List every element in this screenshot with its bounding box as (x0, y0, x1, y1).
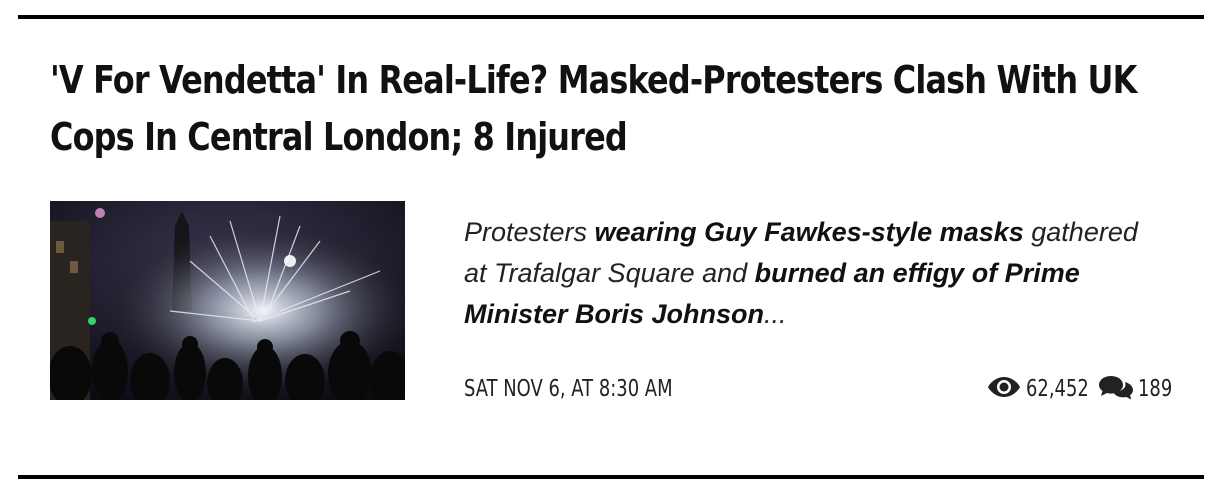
article-teaser: Protesters wearing Guy Fawkes-style mask… (464, 212, 1164, 335)
article-thumbnail[interactable] (50, 201, 405, 400)
comments-icon[interactable] (1098, 374, 1134, 405)
teaser-text: ... (764, 299, 787, 329)
top-divider (18, 15, 1204, 19)
eye-icon (987, 376, 1021, 403)
teaser-emphasis: wearing Guy Fawkes-style masks (594, 217, 1024, 247)
article-date: SAT NOV 6, AT 8:30 AM (464, 376, 673, 402)
article-stats: 62,452 189 (987, 372, 1174, 406)
article-headline[interactable]: 'V For Vendetta' In Real-Life? Masked-Pr… (50, 52, 1176, 166)
view-count: 62,452 (1026, 376, 1089, 402)
comment-count[interactable]: 189 (1138, 376, 1172, 402)
bottom-divider (18, 475, 1204, 479)
teaser-text: Protesters (464, 217, 595, 247)
